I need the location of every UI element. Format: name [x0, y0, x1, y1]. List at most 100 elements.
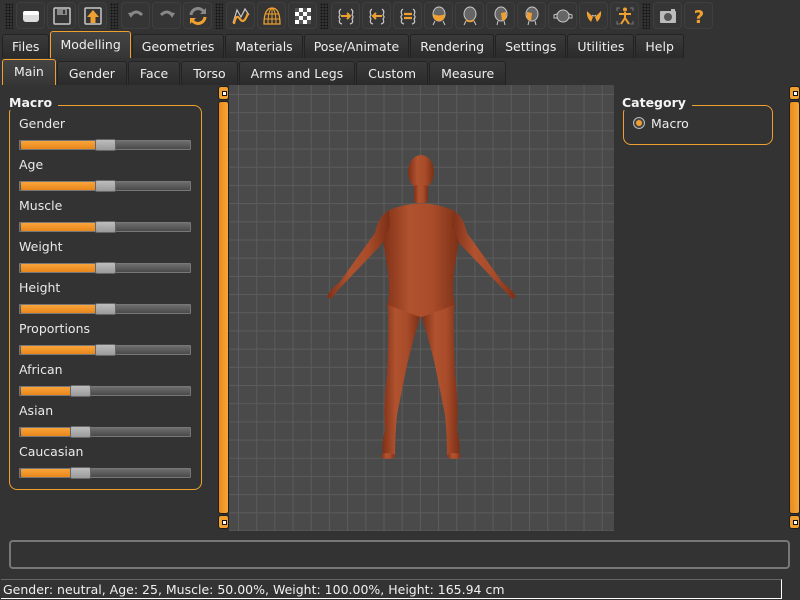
tab-geometries[interactable]: Geometries: [131, 34, 225, 58]
proportions-slider-handle[interactable]: [95, 344, 116, 356]
proportions-label: Proportions: [19, 321, 91, 336]
help-button[interactable]: ?: [684, 2, 713, 29]
left-view-button[interactable]: [486, 2, 515, 29]
scroll-up-button[interactable]: [218, 86, 229, 100]
african-slider[interactable]: [19, 385, 191, 397]
top-view-button[interactable]: [548, 2, 577, 29]
open-file-button[interactable]: [16, 2, 45, 29]
subtab-face[interactable]: Face: [127, 61, 181, 85]
toolbar-grip[interactable]: [320, 2, 328, 29]
age-slider-handle[interactable]: [95, 180, 116, 192]
right-panel-scrollbar[interactable]: [789, 86, 800, 530]
command-input[interactable]: [9, 540, 790, 569]
proportions-slider[interactable]: [19, 344, 191, 356]
pose-right-icon: [368, 8, 385, 25]
pose-left-button[interactable]: [331, 2, 360, 29]
slider-row-gender: Gender: [19, 116, 194, 151]
reset-camera-button[interactable]: [610, 2, 639, 29]
age-label: Age: [19, 157, 44, 172]
category-macro-radio[interactable]: [633, 117, 645, 129]
african-slider-handle[interactable]: [70, 385, 91, 397]
tab-pose-animate[interactable]: Pose/Animate: [303, 34, 410, 58]
muscle-slider[interactable]: [19, 221, 191, 233]
slider-row-age: Age: [19, 157, 194, 192]
caucasian-label: Caucasian: [19, 444, 84, 459]
age-slider[interactable]: [19, 180, 191, 192]
slider-row-proportions: Proportions: [19, 321, 194, 356]
human-model[interactable]: [229, 85, 614, 531]
right-view-button[interactable]: [517, 2, 546, 29]
save-icon: [52, 6, 71, 25]
background-checker-button[interactable]: [288, 2, 317, 29]
reset-button[interactable]: [183, 2, 212, 29]
proportions-slider-fill: [21, 346, 98, 354]
pose-left-icon: [337, 8, 354, 25]
subtab-arms-and-legs[interactable]: Arms and Legs: [238, 61, 356, 85]
subtab-gender[interactable]: Gender: [56, 61, 127, 85]
slider-row-weight: Weight: [19, 239, 194, 274]
wireframe-button[interactable]: [257, 2, 286, 29]
weight-slider-handle[interactable]: [95, 262, 116, 274]
3d-viewport[interactable]: [229, 85, 614, 531]
left-panel-scrollbar[interactable]: [218, 86, 229, 530]
tab-materials[interactable]: Materials: [225, 34, 303, 58]
tab-settings[interactable]: Settings: [495, 34, 567, 58]
tab-rendering[interactable]: Rendering: [410, 34, 495, 58]
gender-slider-fill: [21, 141, 98, 149]
category-group-box: [623, 105, 773, 145]
slider-row-muscle: Muscle: [19, 198, 194, 233]
gender-slider[interactable]: [19, 139, 191, 151]
muscle-slider-handle[interactable]: [95, 221, 116, 233]
subtab-measure[interactable]: Measure: [429, 61, 507, 85]
tab-modelling[interactable]: Modelling: [50, 31, 131, 58]
tab-utilities[interactable]: Utilities: [567, 34, 635, 58]
slider-row-caucasian: Caucasian: [19, 444, 194, 479]
save-button[interactable]: [47, 2, 76, 29]
weight-slider[interactable]: [19, 262, 191, 274]
subtab-main[interactable]: Main: [2, 59, 56, 85]
caucasian-slider-fill: [21, 469, 73, 477]
smooth-icon: [231, 7, 249, 24]
caucasian-slider[interactable]: [19, 467, 191, 479]
subtab-torso[interactable]: Torso: [181, 61, 238, 85]
pose-right-button[interactable]: [362, 2, 391, 29]
back-view-button[interactable]: [455, 2, 484, 29]
pose-equal-button[interactable]: [393, 2, 422, 29]
undo-button[interactable]: [121, 2, 150, 29]
scroll-thumb[interactable]: [789, 101, 800, 514]
weight-slider-fill: [21, 264, 98, 272]
toolbar-grip[interactable]: [215, 2, 223, 29]
scroll-down-button[interactable]: [789, 515, 800, 529]
tab-files[interactable]: Files: [2, 34, 50, 58]
category-macro-label[interactable]: Macro: [651, 116, 689, 131]
muscle-slider-fill: [21, 223, 98, 231]
reset-camera-icon: [616, 7, 633, 25]
gender-slider-handle[interactable]: [95, 139, 116, 151]
caucasian-slider-handle[interactable]: [70, 467, 91, 479]
scroll-thumb[interactable]: [218, 101, 229, 514]
height-label: Height: [19, 280, 61, 295]
help-icon: ?: [693, 7, 703, 27]
toolbar-grip[interactable]: [110, 2, 118, 29]
asian-slider[interactable]: [19, 426, 191, 438]
background-checker-icon: [294, 7, 311, 24]
export-button[interactable]: [78, 2, 107, 29]
toolbar-grip[interactable]: [5, 2, 13, 29]
screenshot-icon: [659, 8, 676, 23]
back-view-icon: [463, 6, 476, 25]
smooth-button[interactable]: [226, 2, 255, 29]
redo-button[interactable]: [152, 2, 181, 29]
tab-help[interactable]: Help: [635, 34, 684, 58]
asian-label: Asian: [19, 403, 54, 418]
bottom-view-button[interactable]: [579, 2, 608, 29]
gender-label: Gender: [19, 116, 66, 131]
height-slider-handle[interactable]: [95, 303, 116, 315]
screenshot-button[interactable]: [653, 2, 682, 29]
height-slider[interactable]: [19, 303, 191, 315]
front-view-button[interactable]: [424, 2, 453, 29]
scroll-up-button[interactable]: [789, 86, 800, 100]
scroll-down-button[interactable]: [218, 515, 229, 529]
toolbar-grip[interactable]: [642, 2, 650, 29]
subtab-custom[interactable]: Custom: [356, 61, 429, 85]
asian-slider-handle[interactable]: [70, 426, 91, 438]
